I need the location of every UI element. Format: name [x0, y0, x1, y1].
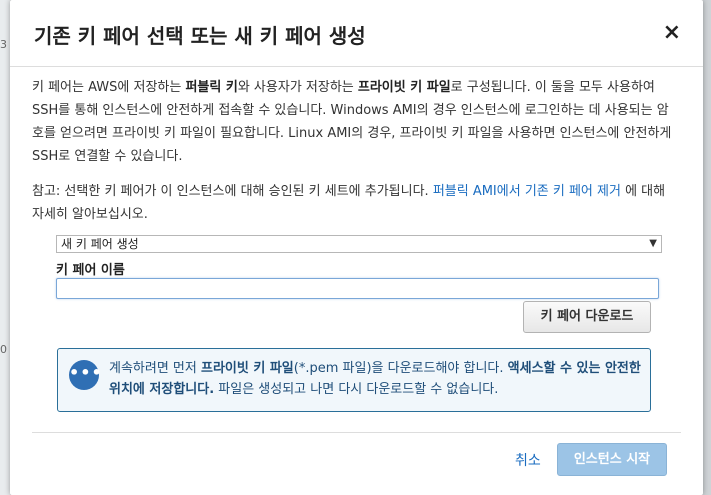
- info-text: 계속하려면 먼저 프라이빗 키 파일(*.pem 파일)을 다운로드해야 합니다…: [109, 361, 641, 397]
- key-pair-select[interactable]: 새 키 페어 생성 ▼: [56, 235, 662, 253]
- footer-divider: [32, 432, 681, 433]
- close-icon[interactable]: ×: [663, 22, 681, 44]
- info-alert: ••• 계속하려면 먼저 프라이빗 키 파일(*.pem 파일)을 다운로드해야…: [57, 348, 651, 412]
- background-text: 3: [0, 38, 7, 51]
- key-pair-dialog: 기존 키 페어 선택 또는 새 키 페어 생성 × 키 페어는 AWS에 저장하…: [10, 0, 703, 495]
- speech-bubble-icon: •••: [69, 360, 102, 390]
- background-page-strip: [0, 0, 10, 495]
- background-text: 0: [0, 343, 7, 356]
- dialog-title: 기존 키 페어 선택 또는 새 키 페어 생성: [34, 24, 366, 48]
- cancel-button[interactable]: 취소: [515, 450, 541, 470]
- key-pair-name-input[interactable]: [56, 278, 659, 299]
- key-pair-name-label: 키 페어 이름: [56, 263, 125, 278]
- dropdown-arrow-icon: ▼: [649, 238, 657, 249]
- download-key-pair-button[interactable]: 키 페어 다운로드: [523, 301, 651, 333]
- header-divider: [10, 66, 703, 67]
- remove-key-pair-link[interactable]: 퍼블릭 AMI에서 기존 키 페어 제거: [433, 184, 621, 199]
- description-text: 키 페어는 AWS에 저장하는 퍼블릭 키와 사용자가 저장하는 프라이빗 키 …: [32, 80, 672, 164]
- launch-instance-button[interactable]: 인스턴스 시작: [557, 443, 667, 476]
- note-text: 참고: 선택한 키 페어가 이 인스턴스에 대해 승인된 키 세트에 추가됩니다…: [32, 184, 666, 222]
